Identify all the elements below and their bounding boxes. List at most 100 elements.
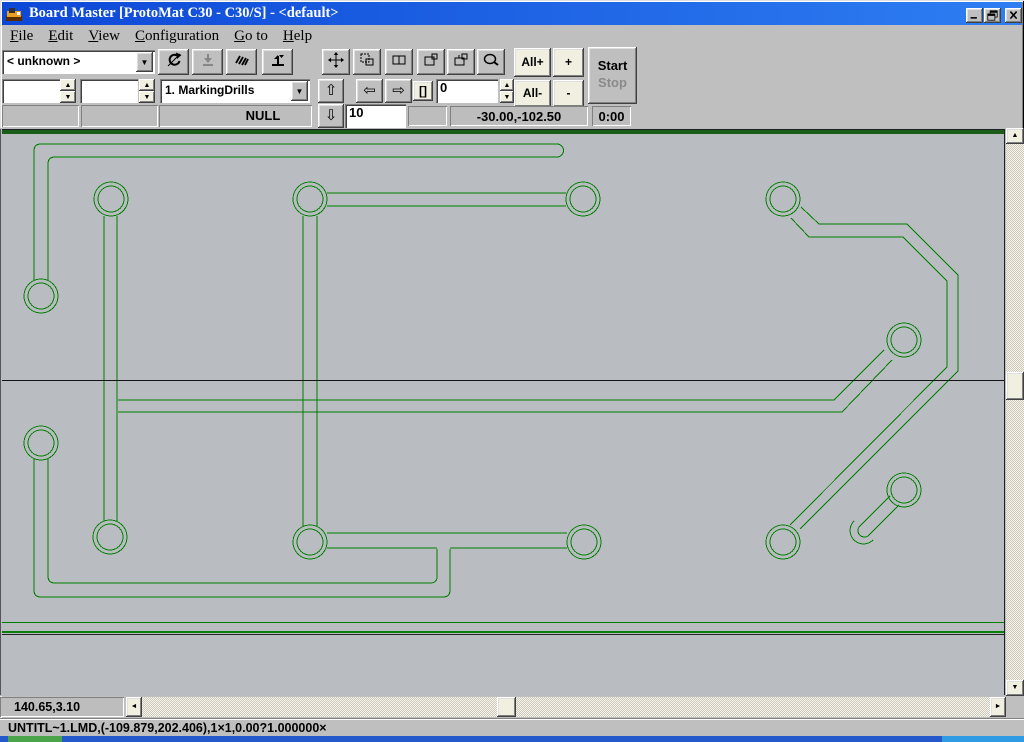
minus-button[interactable]: - xyxy=(553,80,584,107)
tool-status-value: NULL xyxy=(159,105,312,123)
copy-selection-button[interactable] xyxy=(353,49,381,75)
scroll-right-button[interactable]: ► xyxy=(990,697,1006,717)
toolbar: < unknown > ▼ All+ + Start Stop ▲ ▼ ▲ ▼ xyxy=(2,47,1022,128)
move-head-button[interactable] xyxy=(322,49,350,75)
menu-item-help[interactable]: Help xyxy=(283,28,312,45)
restore-icon xyxy=(986,10,999,21)
spindle-motor-button[interactable] xyxy=(158,49,189,75)
tool-down-button[interactable] xyxy=(192,49,223,75)
taskbar-tray-sliver xyxy=(942,736,1024,742)
right-arrow-icon: ⇨ xyxy=(392,81,405,99)
scroll-right-icon: ► xyxy=(995,703,1002,710)
start-label: Start xyxy=(598,58,628,75)
pcb-layout xyxy=(0,128,1006,696)
spin-up-icon[interactable]: ▲ xyxy=(500,79,514,91)
minimize-button[interactable] xyxy=(966,8,983,23)
menu-item-edit[interactable]: Edit xyxy=(48,28,73,45)
chevron-down-icon[interactable]: ▼ xyxy=(291,81,308,101)
spin-up-icon[interactable]: ▲ xyxy=(60,79,76,91)
y-position-stepper: ▲ ▼ xyxy=(139,79,155,103)
milling-hatch-button[interactable] xyxy=(226,49,257,75)
status-bar: UNTITL~1.LMD,(-109.879,202.406),1×1,0.00… xyxy=(0,718,1024,736)
milling-hatch-icon xyxy=(234,52,250,73)
spin-down-icon[interactable]: ▼ xyxy=(60,91,76,103)
spin-up-icon[interactable]: ▲ xyxy=(139,79,155,91)
index-stepper: ▲ ▼ xyxy=(500,79,514,103)
duplicate-icon xyxy=(391,52,407,73)
all-minus-button[interactable]: All- xyxy=(514,80,551,107)
tool-status-cell: NULL xyxy=(159,105,312,127)
horizontal-scrollbar[interactable] xyxy=(142,697,990,717)
tool-down-icon xyxy=(200,52,216,73)
restore-button[interactable] xyxy=(984,8,1001,23)
window-title: Board Master [ProtoMat C30 - C30/S] - <d… xyxy=(29,5,339,22)
position-value: -30.00,-102.50 xyxy=(450,106,588,124)
menu-item-configuration[interactable]: Configuration xyxy=(135,28,219,45)
title-bar[interactable]: Board Master [ProtoMat C30 - C30/S] - <d… xyxy=(2,2,1022,25)
head-select[interactable]: < unknown > ▼ xyxy=(2,50,155,74)
minimize-icon xyxy=(968,10,981,21)
down-arrow-icon: ⇩ xyxy=(325,106,338,124)
up-arrow-icon: ⇧ xyxy=(325,81,338,99)
jog-right-button[interactable]: ⇨ xyxy=(385,79,412,103)
status-bar-text: UNTITL~1.LMD,(-109.879,202.406),1×1,0.00… xyxy=(8,721,327,735)
status-cell-y xyxy=(81,105,158,127)
phase-select[interactable]: 1. MarkingDrills ▼ xyxy=(160,79,310,103)
brackets-button[interactable]: [] xyxy=(413,81,433,101)
app-window: Board Master [ProtoMat C30 - C30/S] - <d… xyxy=(0,0,1024,742)
taskbar-sliver xyxy=(0,736,1024,742)
step-repeat-button[interactable] xyxy=(417,49,445,75)
scrollbar-corner xyxy=(1006,696,1024,718)
time-value: 0:00 xyxy=(592,106,631,124)
time-cell: 0:00 xyxy=(592,106,631,126)
jog-down-button[interactable]: ⇩ xyxy=(318,104,344,128)
zoom-icon xyxy=(483,52,499,73)
jog-up-button[interactable]: ⇧ xyxy=(318,79,344,103)
menu-bar: File Edit View Configuration Go to Help xyxy=(2,25,1022,47)
vertical-scroll-thumb[interactable] xyxy=(1006,372,1024,400)
status-cell-x xyxy=(2,105,79,127)
vertical-scrollbar[interactable]: ▲ ▼ xyxy=(1006,128,1024,696)
close-icon xyxy=(1007,10,1020,21)
tool-change-button[interactable] xyxy=(262,49,293,75)
scroll-up-icon: ▲ xyxy=(1012,132,1019,139)
duplicate-button[interactable] xyxy=(385,49,413,75)
scroll-up-button[interactable]: ▲ xyxy=(1006,128,1024,144)
jog-left-button[interactable]: ⇦ xyxy=(356,79,383,103)
step-repeat-alt-button[interactable] xyxy=(447,49,475,75)
menu-item-file[interactable]: File xyxy=(10,28,33,45)
x-position-input[interactable] xyxy=(2,79,60,103)
zoom-button[interactable] xyxy=(477,49,505,75)
cursor-coords-cell: 140.65,3.10 xyxy=(0,697,124,717)
stop-label: Stop xyxy=(598,75,627,92)
all-plus-button[interactable]: All+ xyxy=(514,48,551,77)
step-repeat-alt-icon xyxy=(453,52,469,73)
status-cell-blank xyxy=(408,106,447,126)
horizontal-scroll-thumb[interactable] xyxy=(497,697,516,717)
menu-item-go-to[interactable]: Go to xyxy=(234,28,268,45)
spin-down-icon[interactable]: ▼ xyxy=(500,91,514,103)
start-stop-button[interactable]: Start Stop xyxy=(588,47,637,104)
board-canvas[interactable] xyxy=(0,128,1006,696)
left-arrow-icon: ⇦ xyxy=(363,81,376,99)
menu-item-view[interactable]: View xyxy=(88,28,120,45)
index-input[interactable]: 0 xyxy=(436,79,498,103)
scroll-left-button[interactable]: ◄ xyxy=(126,697,142,717)
close-button[interactable] xyxy=(1005,8,1022,23)
scroll-down-button[interactable]: ▼ xyxy=(1006,680,1024,696)
feed-input[interactable]: 10 xyxy=(345,104,406,128)
copy-selection-icon xyxy=(359,52,375,73)
plus-button[interactable]: + xyxy=(553,48,584,77)
position-cell: -30.00,-102.50 xyxy=(450,106,588,126)
spin-down-icon[interactable]: ▼ xyxy=(139,91,155,103)
spindle-motor-icon xyxy=(166,52,182,73)
step-repeat-icon xyxy=(423,52,439,73)
x-position-stepper: ▲ ▼ xyxy=(60,79,76,103)
cursor-coords-value: 140.65,3.10 xyxy=(0,697,124,714)
move-head-icon xyxy=(328,52,344,73)
phase-select-value: 1. MarkingDrills xyxy=(160,79,291,103)
y-position-input[interactable] xyxy=(80,79,138,103)
scroll-left-icon: ◄ xyxy=(131,703,138,710)
taskbar-start-sliver xyxy=(8,736,62,742)
chevron-down-icon[interactable]: ▼ xyxy=(136,52,153,72)
